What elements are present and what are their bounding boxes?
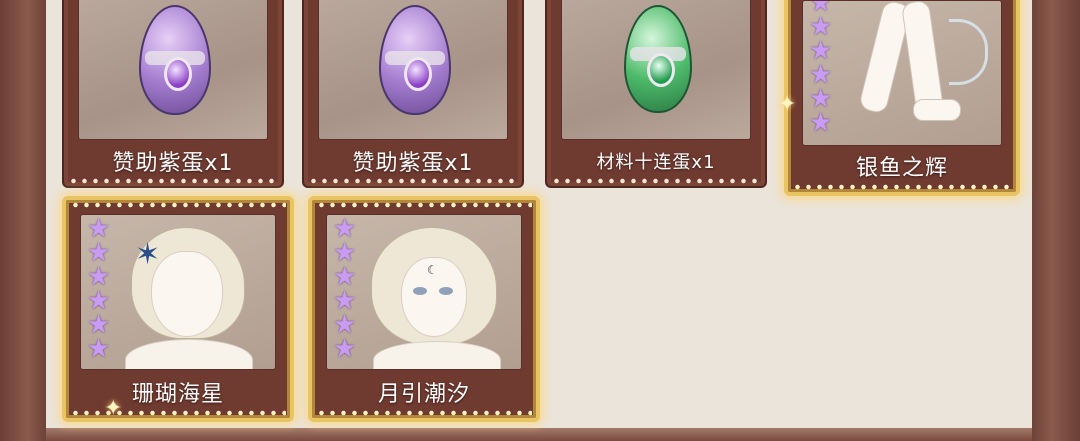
character-portrait: ✶ xyxy=(121,223,261,369)
purple-egg-icon xyxy=(379,5,451,115)
left-frame xyxy=(0,0,46,441)
reward-card-moon-tide[interactable]: ☾ ★ ★ ★ ★ ★ ★ 月引潮汐 xyxy=(308,196,540,422)
card-border-dots xyxy=(551,178,761,184)
reward-card-silver-fish-glow[interactable]: ★ ★ ★ ★ ★ ★ 银鱼之辉 xyxy=(784,0,1020,196)
reward-card-sponsor-purple-egg-1[interactable]: 赞助紫蛋x1 xyxy=(62,0,284,188)
egg-gem xyxy=(164,57,192,91)
card-border-dots xyxy=(308,178,518,184)
card-border-dots xyxy=(70,202,286,208)
reward-art xyxy=(78,0,268,140)
rarity-stars: ★ ★ ★ ★ ★ ★ xyxy=(809,1,835,138)
reward-label: 材料十连蛋x1 xyxy=(596,152,716,173)
reward-label: 月引潮汐 xyxy=(377,382,470,407)
card-border-dots xyxy=(68,178,278,184)
reward-art: ★ ★ ★ ★ ★ ★ xyxy=(802,0,1002,146)
star-icon: ★ xyxy=(333,334,357,364)
card-border-dots xyxy=(316,410,532,416)
reward-label: 银鱼之辉 xyxy=(855,156,948,181)
rarity-stars: ★ ★ ★ ★ ★ ★ xyxy=(87,216,113,364)
green-egg-icon xyxy=(624,5,692,113)
reward-art: ✶ ★ ★ ★ ★ ★ ★ xyxy=(80,214,276,370)
reward-art xyxy=(561,0,751,140)
egg-gem xyxy=(404,57,432,91)
star-icon: ★ xyxy=(809,108,833,138)
card-border-dots xyxy=(792,184,1012,190)
star-icon: ★ xyxy=(87,334,111,364)
purple-egg-icon xyxy=(139,5,211,115)
reward-card-sponsor-purple-egg-2[interactable]: 赞助紫蛋x1 xyxy=(302,0,524,188)
shoulder-shape xyxy=(373,341,501,369)
egg-gem xyxy=(647,53,675,87)
starfish-hairpin-icon: ✶ xyxy=(135,237,161,272)
reward-label: 珊瑚海星 xyxy=(131,382,224,407)
character-portrait: ☾ xyxy=(363,223,507,369)
sparkle-icon: ✦ xyxy=(778,92,797,117)
legs-illustration xyxy=(849,1,988,141)
reward-art: ☾ ★ ★ ★ ★ ★ ★ xyxy=(326,214,522,370)
face-shape xyxy=(151,251,223,337)
reward-card-material-ten-egg[interactable]: 材料十连蛋x1 xyxy=(545,0,767,188)
right-eye-icon xyxy=(439,287,453,295)
reward-art xyxy=(318,0,508,140)
moon-mark-icon: ☾ xyxy=(427,263,438,277)
shoulder-shape xyxy=(125,339,253,369)
right-frame xyxy=(1032,0,1080,441)
reward-card-coral-starfish[interactable]: ✶ ★ ★ ★ ★ ★ ★ 珊瑚海星 xyxy=(62,196,294,422)
left-eye-icon xyxy=(413,287,427,295)
panel-bottom-edge xyxy=(46,428,1032,441)
card-border-dots xyxy=(316,202,532,208)
reward-label: 赞助紫蛋x1 xyxy=(112,151,234,176)
rarity-stars: ★ ★ ★ ★ ★ ★ xyxy=(333,216,359,364)
reward-label: 赞助紫蛋x1 xyxy=(352,151,474,176)
sparkle-icon: ✦ xyxy=(104,396,123,421)
card-border-dots xyxy=(70,410,286,416)
